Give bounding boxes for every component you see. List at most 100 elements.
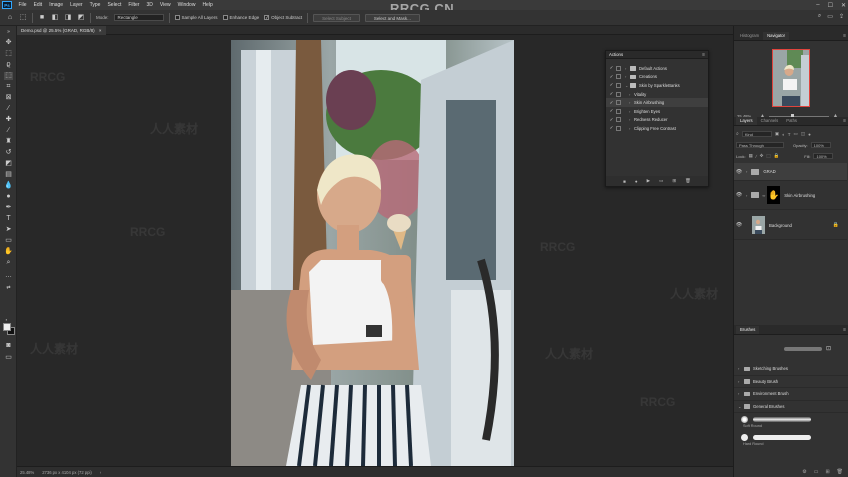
checkbox-icon[interactable] [174, 15, 180, 20]
pen-tool-icon[interactable]: ✒ [4, 204, 13, 212]
action-item-vitality[interactable]: ✓ › Vitality [606, 90, 708, 99]
dialog-toggle-icon[interactable] [616, 100, 621, 106]
minimize-icon[interactable]: – [816, 2, 819, 8]
new-action-icon[interactable]: ⊞ [672, 178, 676, 184]
action-item-clipping-free-contrast[interactable]: ✓ › Clipping Free Contrast [606, 124, 708, 133]
filter-type-icon[interactable]: T [788, 132, 791, 137]
document-image[interactable] [231, 40, 514, 466]
opacity-input[interactable]: 100% [810, 142, 831, 148]
history-brush-icon[interactable]: ↺ [4, 149, 13, 157]
action-set-creations[interactable]: ✓ › Creations [606, 73, 708, 82]
stop-icon[interactable]: ■ [623, 179, 626, 184]
select-subject-button[interactable]: Select Subject [313, 13, 360, 22]
panel-menu-icon[interactable]: ≡ [843, 118, 846, 124]
navigator-preview[interactable] [772, 49, 810, 107]
marquee-tool-icon[interactable]: ⬚ [4, 50, 13, 58]
screen-mode-icon[interactable]: ▭ [4, 354, 13, 362]
visibility-eye-icon[interactable]: 👁 [734, 169, 744, 175]
layer-name[interactable]: Background [769, 223, 792, 228]
menu-edit[interactable]: Edit [30, 2, 46, 8]
blend-mode-select[interactable]: Pass Through [736, 142, 784, 148]
dialog-toggle-icon[interactable] [616, 117, 621, 123]
lock-position-icon[interactable]: ✥ [760, 153, 764, 159]
action-item-redness-reducer[interactable]: ✓ › Redness Reducer [606, 116, 708, 125]
new-selection-icon[interactable]: ■ [38, 14, 46, 22]
status-arrow-icon[interactable]: › [100, 470, 101, 475]
expand-arrow-icon[interactable]: › [738, 391, 743, 396]
visibility-eye-icon[interactable]: 👁 [734, 222, 744, 228]
new-brush-group-icon[interactable]: ▭ [814, 469, 819, 475]
foreground-color-swatch[interactable] [3, 323, 11, 331]
layer-name[interactable]: Skin Airbrushing [784, 193, 815, 198]
layer-thumbnail[interactable] [752, 216, 765, 234]
default-colors-icon[interactable]: ▪ [2, 316, 11, 324]
dialog-toggle-icon[interactable] [616, 108, 621, 114]
hand-tool-icon[interactable]: ✋ [4, 248, 13, 256]
edit-toolbar-icon[interactable]: ⇄ [4, 284, 13, 292]
rectangle-tool-icon[interactable]: ▭ [4, 237, 13, 245]
mode-select[interactable]: Rectangle [113, 14, 164, 21]
panel-menu-icon[interactable]: ≡ [843, 327, 846, 333]
menu-layer[interactable]: Layer [67, 2, 87, 8]
toggle-check-icon[interactable]: ✓ [608, 117, 615, 123]
toggle-check-icon[interactable]: ✓ [608, 74, 615, 80]
expand-arrow-icon[interactable]: › [738, 366, 743, 371]
enhance-edge-checkbox[interactable]: Enhance Edge [222, 15, 259, 20]
checkbox-icon[interactable] [222, 15, 228, 20]
subtract-selection-icon[interactable]: ◨ [64, 14, 72, 22]
brush-group-sketching[interactable]: › Sketching Brushes [734, 363, 848, 376]
menu-filter[interactable]: Filter [125, 2, 143, 8]
menu-3d[interactable]: 3D [143, 2, 156, 8]
lock-all-icon[interactable]: 🔒 [774, 153, 780, 159]
tab-layers[interactable]: Layers [736, 117, 757, 125]
menu-image[interactable]: Image [46, 2, 67, 8]
actions-panel-header[interactable]: Actions ≡ [606, 51, 708, 59]
tab-brushes[interactable]: Brushes [736, 326, 760, 334]
chain-link-icon[interactable]: ∞ [762, 193, 765, 198]
dialog-toggle-icon[interactable] [616, 82, 621, 88]
filter-pixel-icon[interactable]: ▣ [775, 131, 779, 137]
delete-brush-icon[interactable]: 🗑 [837, 469, 843, 475]
filter-smart-icon[interactable]: ◫ [801, 131, 805, 137]
toggle-check-icon[interactable]: ✓ [608, 91, 615, 97]
collapse-arrow-icon[interactable]: ⌄ [738, 404, 743, 409]
menu-window[interactable]: Window [174, 2, 199, 8]
close-tab-icon[interactable]: × [99, 28, 102, 33]
zoom-tool-icon[interactable]: ⌕ [4, 259, 13, 267]
clone-stamp-icon[interactable]: ♜ [4, 138, 13, 146]
checkbox-checked-icon[interactable]: ✓ [264, 15, 270, 20]
collapse-arrow-icon[interactable]: › [746, 169, 747, 174]
share-icon[interactable]: ⇪ [839, 13, 844, 20]
fill-input[interactable]: 100% [813, 153, 834, 159]
expand-arrow-icon[interactable]: › [738, 379, 743, 384]
object-selection-tool-icon[interactable]: ⬚ [4, 72, 13, 80]
play-icon[interactable]: ▶ [647, 178, 650, 184]
new-preset-icon[interactable]: ⊡ [826, 345, 831, 352]
action-set-skin[interactable]: ✓ ⌄ Skin by SparkleBanks [606, 81, 708, 90]
filter-search-icon[interactable]: ⌕ [736, 131, 739, 137]
crop-tool-icon[interactable]: ⌗ [4, 83, 13, 91]
brush-preset-hard-round[interactable]: Hard Round [734, 431, 848, 449]
brush-group-beauty[interactable]: › Beauty Brush [734, 376, 848, 388]
brush-preset-soft-round[interactable]: Soft Round [734, 413, 848, 431]
intersect-selection-icon[interactable]: ◩ [77, 14, 85, 22]
home-icon[interactable]: ⌂ [6, 14, 14, 22]
menu-view[interactable]: View [156, 2, 174, 8]
layer-row-background[interactable]: 👁 Background 🔒 [734, 211, 847, 240]
layer-row-skin-airbrushing[interactable]: 👁 › ∞ ✋ Skin Airbrushing [734, 181, 847, 210]
close-icon[interactable]: ✕ [841, 2, 846, 9]
layer-row-grad[interactable]: 👁 › GRAD [734, 163, 847, 181]
dodge-tool-icon[interactable]: ● [4, 193, 13, 201]
layer-mask-thumbnail[interactable]: ✋ [767, 186, 781, 204]
sample-all-layers-checkbox[interactable]: Sample All Layers [174, 15, 218, 20]
gradient-tool-icon[interactable]: ▤ [4, 171, 13, 179]
type-tool-icon[interactable]: T [4, 215, 13, 223]
select-and-mask-button[interactable]: Select and Mask... [364, 13, 420, 22]
action-item-skin-airbrushing[interactable]: ✓ › Skin Airbrushing [606, 98, 708, 107]
move-tool-icon[interactable]: ✥ [4, 39, 13, 47]
dialog-toggle-icon[interactable] [616, 125, 621, 131]
visibility-eye-icon[interactable]: 👁 [734, 192, 744, 198]
filter-shape-icon[interactable]: ▭ [794, 131, 798, 137]
brush-settings-icon[interactable]: ⚙ [802, 469, 806, 475]
dialog-toggle-icon[interactable] [616, 74, 621, 80]
